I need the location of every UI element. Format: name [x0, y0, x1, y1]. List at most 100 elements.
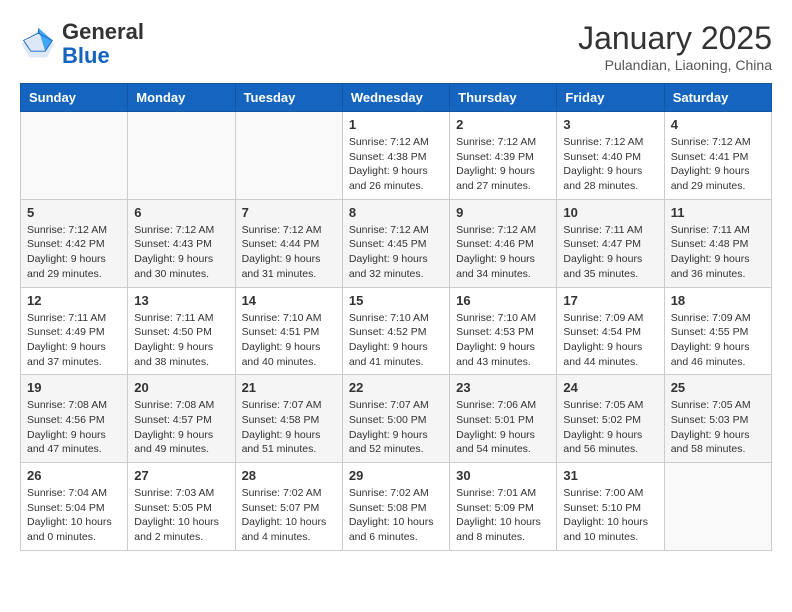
calendar-day-cell: 25 Sunrise: 7:05 AM Sunset: 5:03 PM Dayli…: [664, 375, 771, 463]
day-info: Sunrise: 7:12 AM Sunset: 4:45 PM Dayligh…: [349, 223, 443, 282]
day-of-week-header: Tuesday: [235, 84, 342, 112]
calendar-day-cell: 5 Sunrise: 7:12 AM Sunset: 4:42 PM Daylig…: [21, 199, 128, 287]
calendar-week-row: 26 Sunrise: 7:04 AM Sunset: 5:04 PM Dayli…: [21, 463, 772, 551]
day-info: Sunrise: 7:12 AM Sunset: 4:44 PM Dayligh…: [242, 223, 336, 282]
calendar-day-cell: 17Sunrise: 7:09 AM Sunset: 4:54 PM Dayli…: [557, 287, 664, 375]
day-number: 29: [349, 468, 443, 483]
day-info: Sunrise: 7:05 AM Sunset: 5:02 PM Dayligh…: [563, 398, 657, 457]
day-of-week-header: Wednesday: [342, 84, 449, 112]
logo-text: General Blue: [62, 20, 144, 68]
day-number: 2: [456, 117, 550, 132]
day-number: 17: [563, 293, 657, 308]
day-info: Sunrise: 7:02 AM Sunset: 5:07 PM Dayligh…: [242, 486, 336, 545]
day-info: Sunrise: 7:01 AM Sunset: 5:09 PM Dayligh…: [456, 486, 550, 545]
day-number: 22: [349, 380, 443, 395]
day-number: 15: [349, 293, 443, 308]
day-info: Sunrise: 7:03 AM Sunset: 5:05 PM Dayligh…: [134, 486, 228, 545]
page-header: General Blue January 2025 Pulandian, Lia…: [20, 20, 772, 73]
day-info: Sunrise: 7:12 AM Sunset: 4:46 PM Dayligh…: [456, 223, 550, 282]
day-number: 25: [671, 380, 765, 395]
day-info: Sunrise: 7:12 AM Sunset: 4:42 PM Dayligh…: [27, 223, 121, 282]
calendar-day-cell: [128, 112, 235, 200]
day-number: 16: [456, 293, 550, 308]
day-number: 4: [671, 117, 765, 132]
calendar-day-cell: 23Sunrise: 7:06 AM Sunset: 5:01 PM Dayli…: [450, 375, 557, 463]
day-number: 21: [242, 380, 336, 395]
calendar-day-cell: 22 Sunrise: 7:07 AM Sunset: 5:00 PM Dayli…: [342, 375, 449, 463]
calendar-day-cell: 27 Sunrise: 7:03 AM Sunset: 5:05 PM Dayli…: [128, 463, 235, 551]
day-info: Sunrise: 7:08 AM Sunset: 4:57 PM Dayligh…: [134, 398, 228, 457]
day-info: Sunrise: 7:10 AM Sunset: 4:51 PM Dayligh…: [242, 311, 336, 370]
day-number: 27: [134, 468, 228, 483]
day-number: 3: [563, 117, 657, 132]
logo-general: General: [62, 19, 144, 44]
day-info: Sunrise: 7:12 AM Sunset: 4:38 PM Dayligh…: [349, 135, 443, 194]
calendar-week-row: 19 Sunrise: 7:08 AM Sunset: 4:56 PM Dayli…: [21, 375, 772, 463]
day-info: Sunrise: 7:11 AM Sunset: 4:48 PM Dayligh…: [671, 223, 765, 282]
day-number: 1: [349, 117, 443, 132]
day-number: 24: [563, 380, 657, 395]
day-number: 5: [27, 205, 121, 220]
day-number: 12: [27, 293, 121, 308]
calendar-day-cell: 26 Sunrise: 7:04 AM Sunset: 5:04 PM Dayli…: [21, 463, 128, 551]
day-number: 31: [563, 468, 657, 483]
calendar-day-cell: 19 Sunrise: 7:08 AM Sunset: 4:56 PM Dayli…: [21, 375, 128, 463]
day-number: 19: [27, 380, 121, 395]
day-number: 18: [671, 293, 765, 308]
calendar-day-cell: 6 Sunrise: 7:12 AM Sunset: 4:43 PM Daylig…: [128, 199, 235, 287]
day-number: 7: [242, 205, 336, 220]
calendar-day-cell: 21 Sunrise: 7:07 AM Sunset: 4:58 PM Dayli…: [235, 375, 342, 463]
day-info: Sunrise: 7:00 AM Sunset: 5:10 PM Dayligh…: [563, 486, 657, 545]
day-info: Sunrise: 7:04 AM Sunset: 5:04 PM Dayligh…: [27, 486, 121, 545]
calendar-day-cell: 20 Sunrise: 7:08 AM Sunset: 4:57 PM Dayli…: [128, 375, 235, 463]
location-subtitle: Pulandian, Liaoning, China: [578, 57, 772, 73]
calendar-day-cell: 30 Sunrise: 7:01 AM Sunset: 5:09 PM Dayli…: [450, 463, 557, 551]
calendar-day-cell: 1 Sunrise: 7:12 AM Sunset: 4:38 PM Daylig…: [342, 112, 449, 200]
day-number: 28: [242, 468, 336, 483]
calendar-table: SundayMondayTuesdayWednesdayThursdayFrid…: [20, 83, 772, 551]
calendar-day-cell: 13 Sunrise: 7:11 AM Sunset: 4:50 PM Dayli…: [128, 287, 235, 375]
calendar-day-cell: 9Sunrise: 7:12 AM Sunset: 4:46 PM Daylig…: [450, 199, 557, 287]
day-number: 10: [563, 205, 657, 220]
day-of-week-header: Sunday: [21, 84, 128, 112]
day-info: Sunrise: 7:07 AM Sunset: 5:00 PM Dayligh…: [349, 398, 443, 457]
day-number: 13: [134, 293, 228, 308]
day-number: 26: [27, 468, 121, 483]
day-of-week-header: Friday: [557, 84, 664, 112]
calendar-day-cell: 12 Sunrise: 7:11 AM Sunset: 4:49 PM Dayli…: [21, 287, 128, 375]
day-number: 14: [242, 293, 336, 308]
day-info: Sunrise: 7:12 AM Sunset: 4:39 PM Dayligh…: [456, 135, 550, 194]
calendar-day-cell: 15 Sunrise: 7:10 AM Sunset: 4:52 PM Dayli…: [342, 287, 449, 375]
day-info: Sunrise: 7:12 AM Sunset: 4:43 PM Dayligh…: [134, 223, 228, 282]
day-info: Sunrise: 7:12 AM Sunset: 4:40 PM Dayligh…: [563, 135, 657, 194]
logo-icon: [20, 26, 56, 62]
day-of-week-header: Monday: [128, 84, 235, 112]
day-info: Sunrise: 7:11 AM Sunset: 4:49 PM Dayligh…: [27, 311, 121, 370]
calendar-day-cell: [235, 112, 342, 200]
calendar-day-cell: [21, 112, 128, 200]
calendar-day-cell: 29 Sunrise: 7:02 AM Sunset: 5:08 PM Dayli…: [342, 463, 449, 551]
calendar-day-cell: 28 Sunrise: 7:02 AM Sunset: 5:07 PM Dayli…: [235, 463, 342, 551]
day-info: Sunrise: 7:02 AM Sunset: 5:08 PM Dayligh…: [349, 486, 443, 545]
calendar-day-cell: 24 Sunrise: 7:05 AM Sunset: 5:02 PM Dayli…: [557, 375, 664, 463]
day-number: 6: [134, 205, 228, 220]
day-info: Sunrise: 7:12 AM Sunset: 4:41 PM Dayligh…: [671, 135, 765, 194]
logo-blue: Blue: [62, 43, 110, 68]
calendar-day-cell: 18Sunrise: 7:09 AM Sunset: 4:55 PM Dayli…: [664, 287, 771, 375]
day-info: Sunrise: 7:11 AM Sunset: 4:50 PM Dayligh…: [134, 311, 228, 370]
logo: General Blue: [20, 20, 144, 68]
day-info: Sunrise: 7:05 AM Sunset: 5:03 PM Dayligh…: [671, 398, 765, 457]
day-info: Sunrise: 7:07 AM Sunset: 4:58 PM Dayligh…: [242, 398, 336, 457]
day-info: Sunrise: 7:11 AM Sunset: 4:47 PM Dayligh…: [563, 223, 657, 282]
calendar-day-cell: 8 Sunrise: 7:12 AM Sunset: 4:45 PM Daylig…: [342, 199, 449, 287]
calendar-week-row: 1 Sunrise: 7:12 AM Sunset: 4:38 PM Daylig…: [21, 112, 772, 200]
calendar-day-cell: 7 Sunrise: 7:12 AM Sunset: 4:44 PM Daylig…: [235, 199, 342, 287]
day-info: Sunrise: 7:08 AM Sunset: 4:56 PM Dayligh…: [27, 398, 121, 457]
day-number: 30: [456, 468, 550, 483]
day-number: 8: [349, 205, 443, 220]
day-of-week-header: Saturday: [664, 84, 771, 112]
calendar-header-row: SundayMondayTuesdayWednesdayThursdayFrid…: [21, 84, 772, 112]
day-number: 20: [134, 380, 228, 395]
day-info: Sunrise: 7:10 AM Sunset: 4:52 PM Dayligh…: [349, 311, 443, 370]
calendar-day-cell: 10 Sunrise: 7:11 AM Sunset: 4:47 PM Dayli…: [557, 199, 664, 287]
